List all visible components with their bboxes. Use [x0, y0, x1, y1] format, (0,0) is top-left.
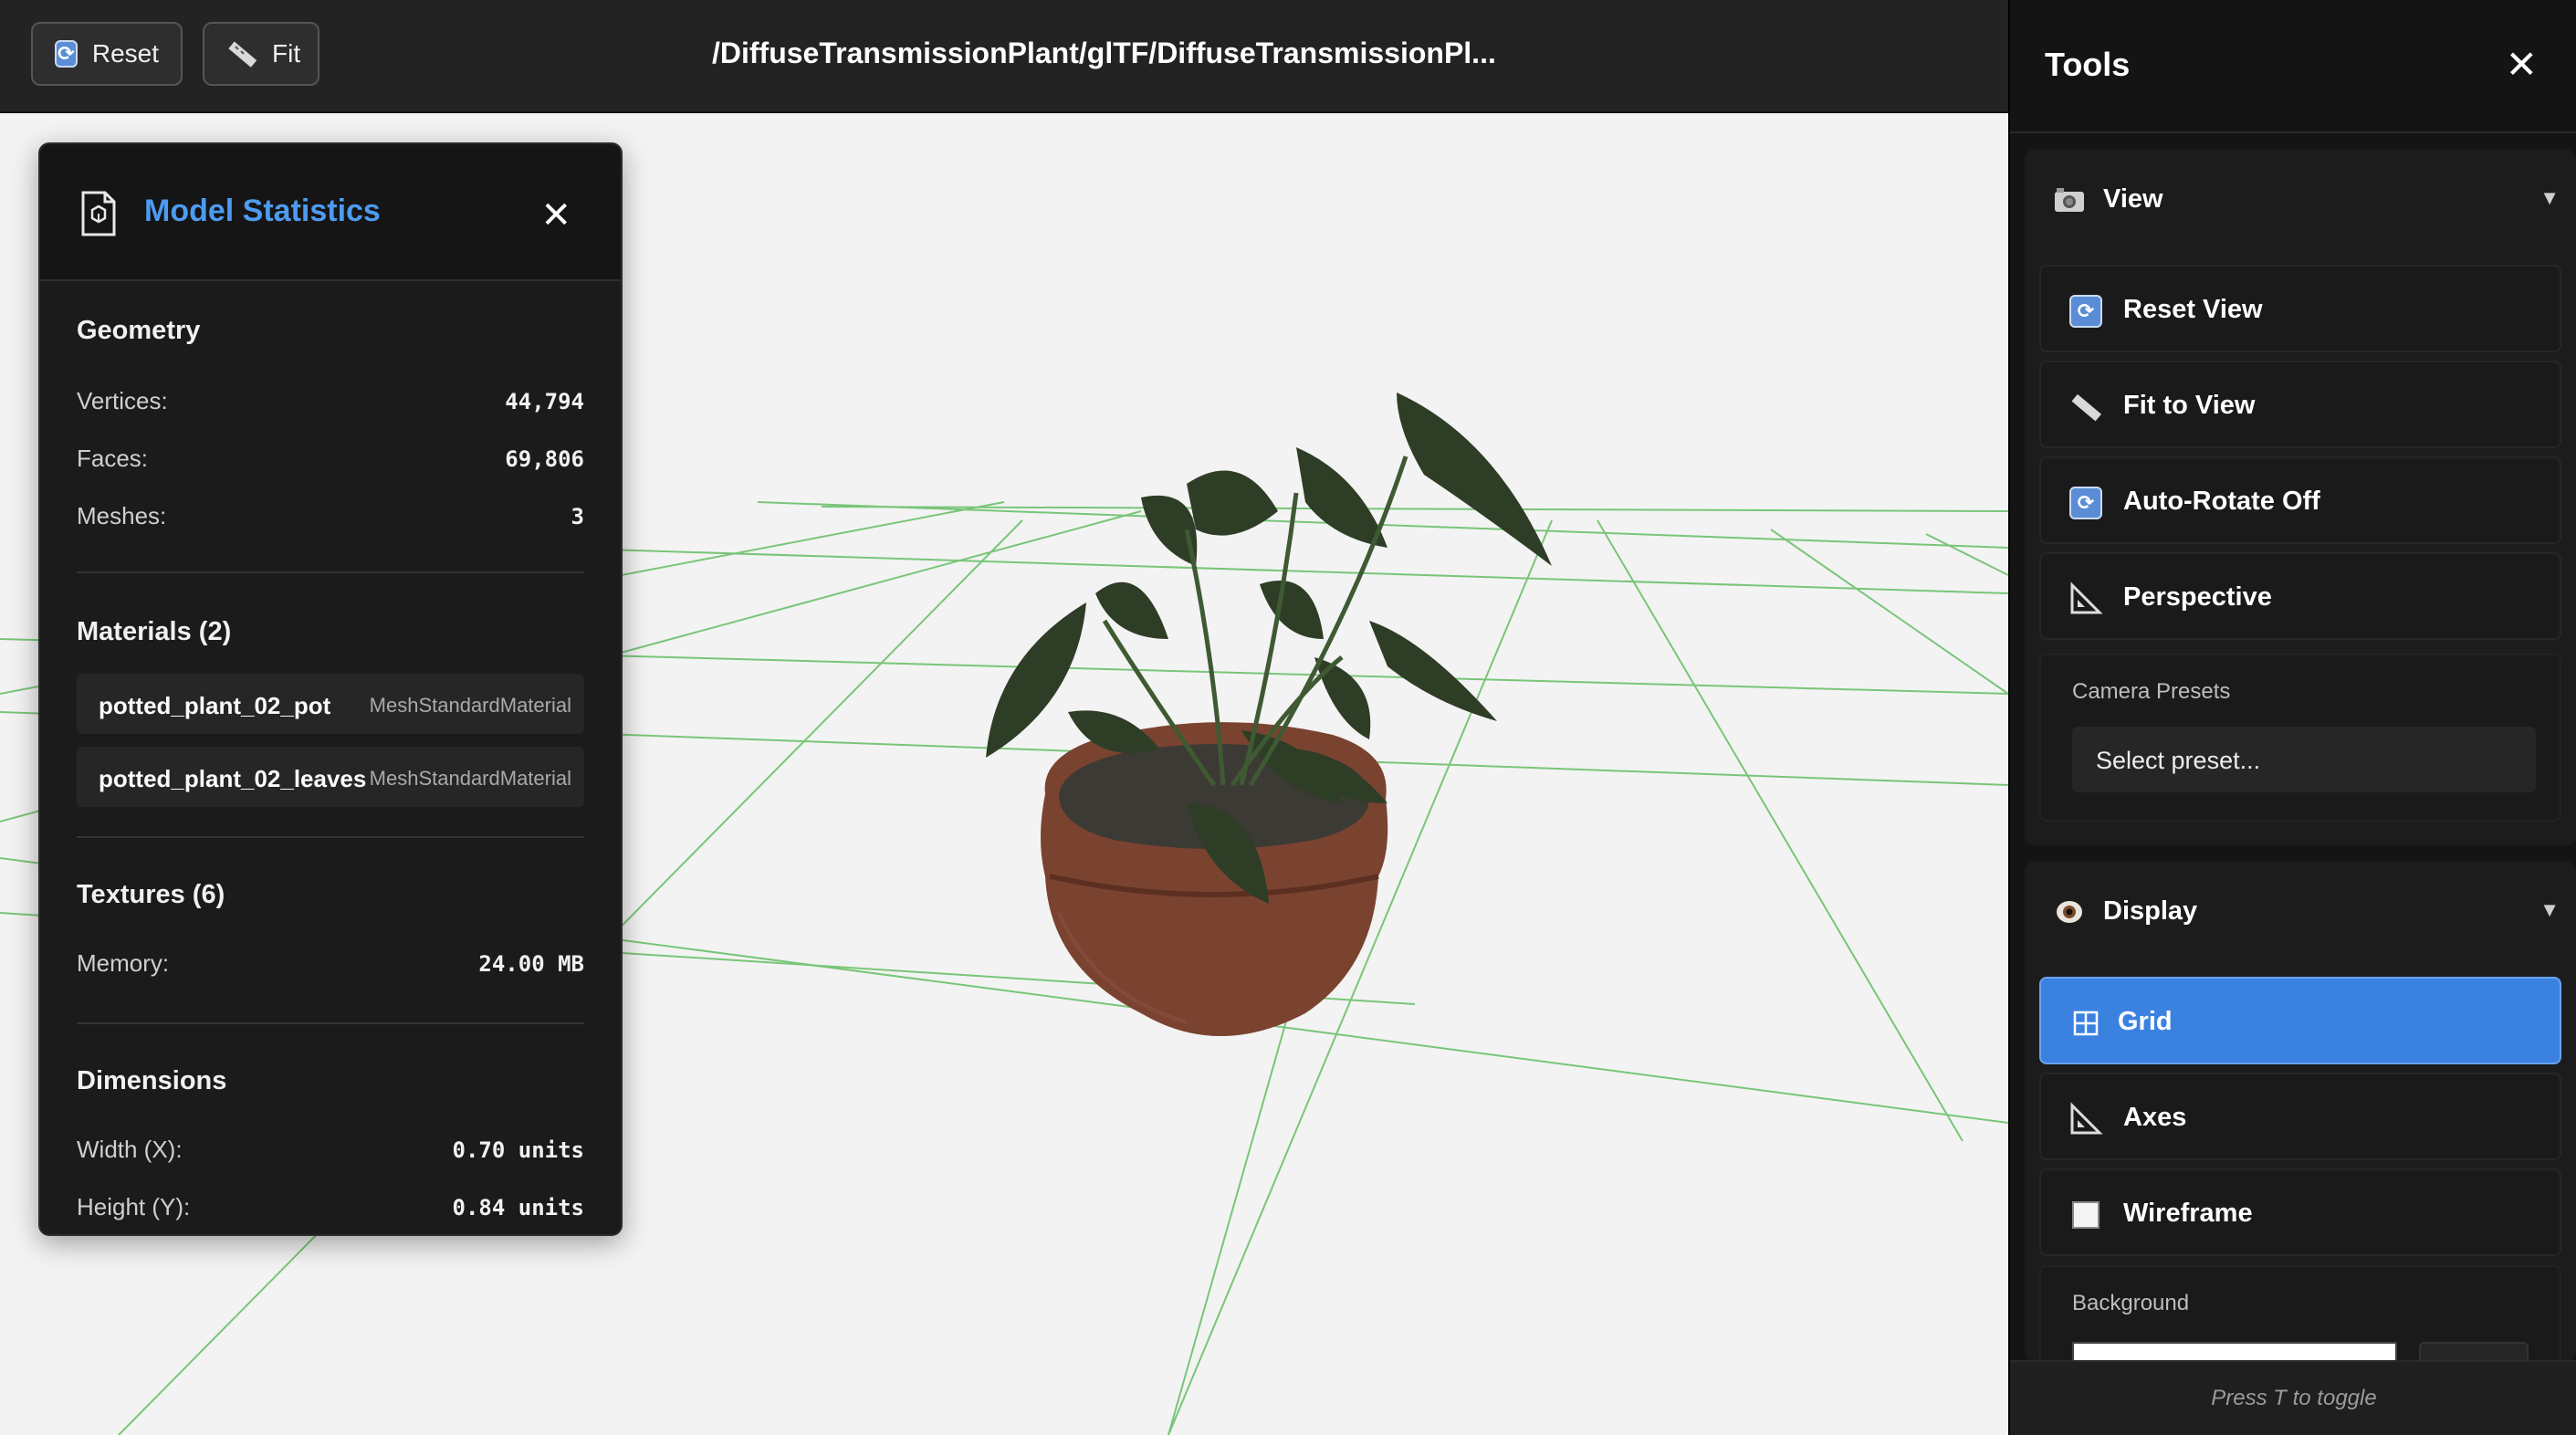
- plant-model[interactable]: [986, 393, 1552, 1036]
- material-type: MeshStandardMaterial: [369, 694, 571, 717]
- fit-button-label: Fit: [272, 39, 301, 68]
- material-name: potted_plant_02_leaves: [99, 765, 367, 792]
- gltf-file-icon: [80, 190, 117, 242]
- camera-presets-label: Camera Presets: [2072, 679, 2231, 704]
- auto-rotate-button[interactable]: ⟳ Auto-Rotate Off: [2039, 456, 2561, 544]
- grid-toggle-button[interactable]: Grid: [2039, 977, 2561, 1064]
- top-toolbar: ⟳ Reset Fit /DiffuseTransmissionPlant/gl…: [0, 0, 2008, 113]
- view-section-header[interactable]: View ▼: [2025, 150, 2576, 250]
- refresh-icon: ⟳: [2068, 294, 2103, 329]
- ruler-icon: [226, 38, 257, 69]
- height-value: 0.84 units: [452, 1195, 585, 1220]
- eye-icon: [2052, 895, 2087, 929]
- background-color-input[interactable]: [2072, 1342, 2397, 1362]
- material-item: potted_plant_02_pot MeshStandardMaterial: [77, 674, 584, 734]
- meshes-value: 3: [571, 504, 584, 529]
- faces-label: Faces:: [77, 445, 149, 472]
- view-section-title: View: [2103, 184, 2163, 214]
- grid-label: Grid: [2118, 1007, 2173, 1036]
- chevron-down-icon: ▼: [2539, 898, 2560, 921]
- dimensions-heading: Dimensions: [77, 1066, 227, 1095]
- triangle-ruler-icon: [2068, 581, 2103, 616]
- fit-to-view-button[interactable]: Fit to View: [2039, 361, 2561, 448]
- ruler-icon: [2068, 390, 2103, 424]
- auto-rotate-label: Auto-Rotate Off: [2123, 487, 2320, 516]
- vertices-label: Vertices:: [77, 387, 168, 414]
- tools-header: Tools ✕: [2010, 0, 2576, 133]
- perspective-button[interactable]: Perspective: [2039, 552, 2561, 640]
- model-statistics-panel: Model Statistics ✕ Geometry Vertices: 44…: [38, 142, 623, 1236]
- geometry-heading: Geometry: [77, 316, 201, 345]
- chevron-down-icon: ▼: [2539, 186, 2560, 209]
- width-label: Width (X):: [77, 1136, 183, 1163]
- width-value: 0.70 units: [452, 1137, 585, 1163]
- reset-view-button[interactable]: ⟳ Reset View: [2039, 265, 2561, 352]
- background-box: Background: [2039, 1265, 2561, 1362]
- stats-title: Model Statistics: [144, 194, 381, 228]
- background-label: Background: [2072, 1291, 2190, 1315]
- tools-sidebar: Tools ✕ View ▼ ⟳ Reset View Fit to View …: [2008, 0, 2576, 1435]
- display-section-header[interactable]: Display ▼: [2025, 862, 2576, 962]
- display-section: Display ▼ Grid Axes Wireframe Background: [2025, 862, 2576, 1362]
- tools-title: Tools: [2045, 46, 2131, 83]
- material-item: potted_plant_02_leaves MeshStandardMater…: [77, 747, 584, 807]
- height-label: Height (Y):: [77, 1193, 191, 1220]
- fit-button[interactable]: Fit: [203, 22, 319, 86]
- vertices-value: 44,794: [505, 389, 584, 414]
- axes-label: Axes: [2123, 1103, 2187, 1132]
- faces-value: 69,806: [505, 446, 584, 472]
- perspective-label: Perspective: [2123, 582, 2272, 612]
- view-section: View ▼ ⟳ Reset View Fit to View ⟳ Auto-R…: [2025, 150, 2576, 845]
- background-reset-button[interactable]: [2419, 1342, 2529, 1362]
- toggle-hint: Press T to toggle: [2010, 1360, 2576, 1435]
- stats-header: Model Statistics ✕: [40, 144, 621, 281]
- reset-view-label: Reset View: [2123, 295, 2263, 324]
- square-icon: [2068, 1198, 2103, 1232]
- divider: [77, 1022, 584, 1024]
- file-path-title: /DiffuseTransmissionPlant/glTF/DiffuseTr…: [712, 37, 1496, 69]
- grid-icon: [2068, 1006, 2103, 1041]
- refresh-icon: ⟳: [55, 40, 78, 68]
- material-name: potted_plant_02_pot: [99, 692, 331, 719]
- camera-preset-select[interactable]: Select preset...: [2072, 727, 2536, 792]
- refresh-icon: ⟳: [2068, 486, 2103, 520]
- display-section-title: Display: [2103, 896, 2198, 926]
- memory-label: Memory:: [77, 949, 170, 977]
- wireframe-toggle-button[interactable]: Wireframe: [2039, 1168, 2561, 1256]
- divider: [77, 836, 584, 838]
- memory-value: 24.00 MB: [478, 951, 584, 977]
- material-type: MeshStandardMaterial: [369, 767, 571, 790]
- camera-icon: [2052, 183, 2087, 217]
- close-icon[interactable]: ✕: [540, 197, 571, 234]
- wireframe-label: Wireframe: [2123, 1199, 2253, 1228]
- meshes-label: Meshes:: [77, 502, 167, 529]
- triangle-ruler-icon: [2068, 1102, 2103, 1136]
- textures-heading: Textures (6): [77, 880, 225, 909]
- reset-button-label: Reset: [91, 39, 159, 68]
- divider: [77, 571, 584, 573]
- reset-button[interactable]: ⟳ Reset: [31, 22, 183, 86]
- fit-to-view-label: Fit to View: [2123, 391, 2256, 420]
- close-icon[interactable]: ✕: [2506, 46, 2538, 84]
- axes-toggle-button[interactable]: Axes: [2039, 1073, 2561, 1160]
- materials-heading: Materials (2): [77, 617, 232, 646]
- camera-presets-box: Camera Presets Select preset...: [2039, 654, 2561, 822]
